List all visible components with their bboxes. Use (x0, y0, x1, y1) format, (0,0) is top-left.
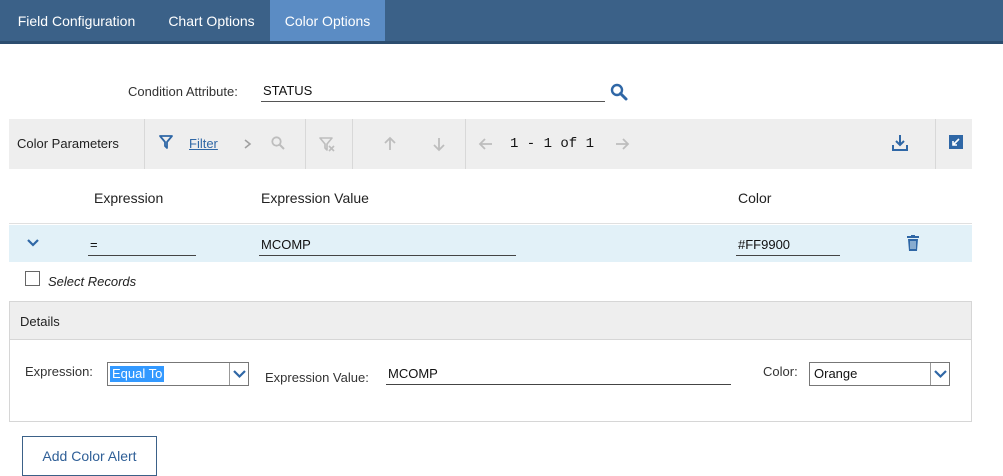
toolbar-divider (935, 119, 936, 169)
details-title: Details (20, 314, 60, 329)
toolbar-divider (144, 119, 145, 169)
column-header-expression-value[interactable]: Expression Value (261, 190, 369, 206)
chevron-down-icon[interactable] (25, 235, 41, 251)
pager-text: 1 - 1 of 1 (510, 136, 595, 152)
chevron-right-icon[interactable] (241, 134, 261, 154)
arrow-up-icon[interactable] (381, 134, 401, 154)
chevron-down-icon[interactable] (930, 363, 949, 385)
search-icon[interactable] (609, 82, 629, 102)
expression-select-value: Equal To (110, 366, 165, 382)
grid-toolbar: Color Parameters Filter 1 - 1 of 1 (9, 119, 972, 169)
expression-value-label: Expression Value: (265, 370, 369, 385)
column-header-color[interactable]: Color (738, 190, 771, 206)
select-records-checkbox[interactable] (25, 271, 40, 286)
details-panel: Details Expression: Equal To Expression … (9, 301, 972, 422)
condition-attribute-label: Condition Attribute: (128, 84, 238, 99)
row-color-input[interactable] (736, 233, 840, 256)
expression-value-input[interactable] (386, 362, 731, 385)
condition-attribute-input[interactable] (261, 80, 605, 102)
add-color-alert-button[interactable]: Add Color Alert (22, 436, 157, 476)
tab-field-configuration[interactable]: Field Configuration (0, 0, 153, 41)
expression-label: Expression: (25, 364, 93, 379)
tab-bar: Field Configuration Chart Options Color … (0, 0, 1003, 44)
toolbar-divider (305, 119, 306, 169)
row-expression-input[interactable] (88, 233, 196, 256)
row-expression-value-input[interactable] (259, 233, 516, 256)
tab-color-options[interactable]: Color Options (270, 0, 385, 41)
search-icon-disabled[interactable] (269, 134, 289, 154)
table-row[interactable] (9, 225, 972, 262)
arrow-left-icon[interactable] (477, 134, 497, 154)
color-select[interactable]: Orange (809, 362, 950, 386)
arrow-down-icon[interactable] (430, 134, 450, 154)
color-label: Color: (763, 364, 798, 379)
tab-chart-options[interactable]: Chart Options (153, 0, 270, 41)
filter-link[interactable]: Filter (189, 119, 218, 169)
filter-icon[interactable] (157, 133, 177, 153)
toolbar-divider (465, 119, 466, 169)
details-header: Details (10, 302, 971, 340)
arrow-right-icon[interactable] (613, 134, 633, 154)
clear-filter-icon[interactable] (317, 134, 337, 154)
color-select-value: Orange (814, 366, 858, 381)
chevron-down-icon[interactable] (229, 363, 248, 385)
table-header: Expression Expression Value Color (9, 172, 972, 224)
download-icon[interactable] (890, 133, 910, 153)
trash-icon[interactable] (906, 235, 920, 251)
select-records-label: Select Records (48, 274, 137, 289)
expression-select[interactable]: Equal To (107, 362, 249, 386)
toolbar-divider (352, 119, 353, 169)
column-header-expression[interactable]: Expression (94, 190, 163, 206)
collapse-icon[interactable] (948, 134, 968, 154)
toolbar-title: Color Parameters (17, 136, 119, 151)
